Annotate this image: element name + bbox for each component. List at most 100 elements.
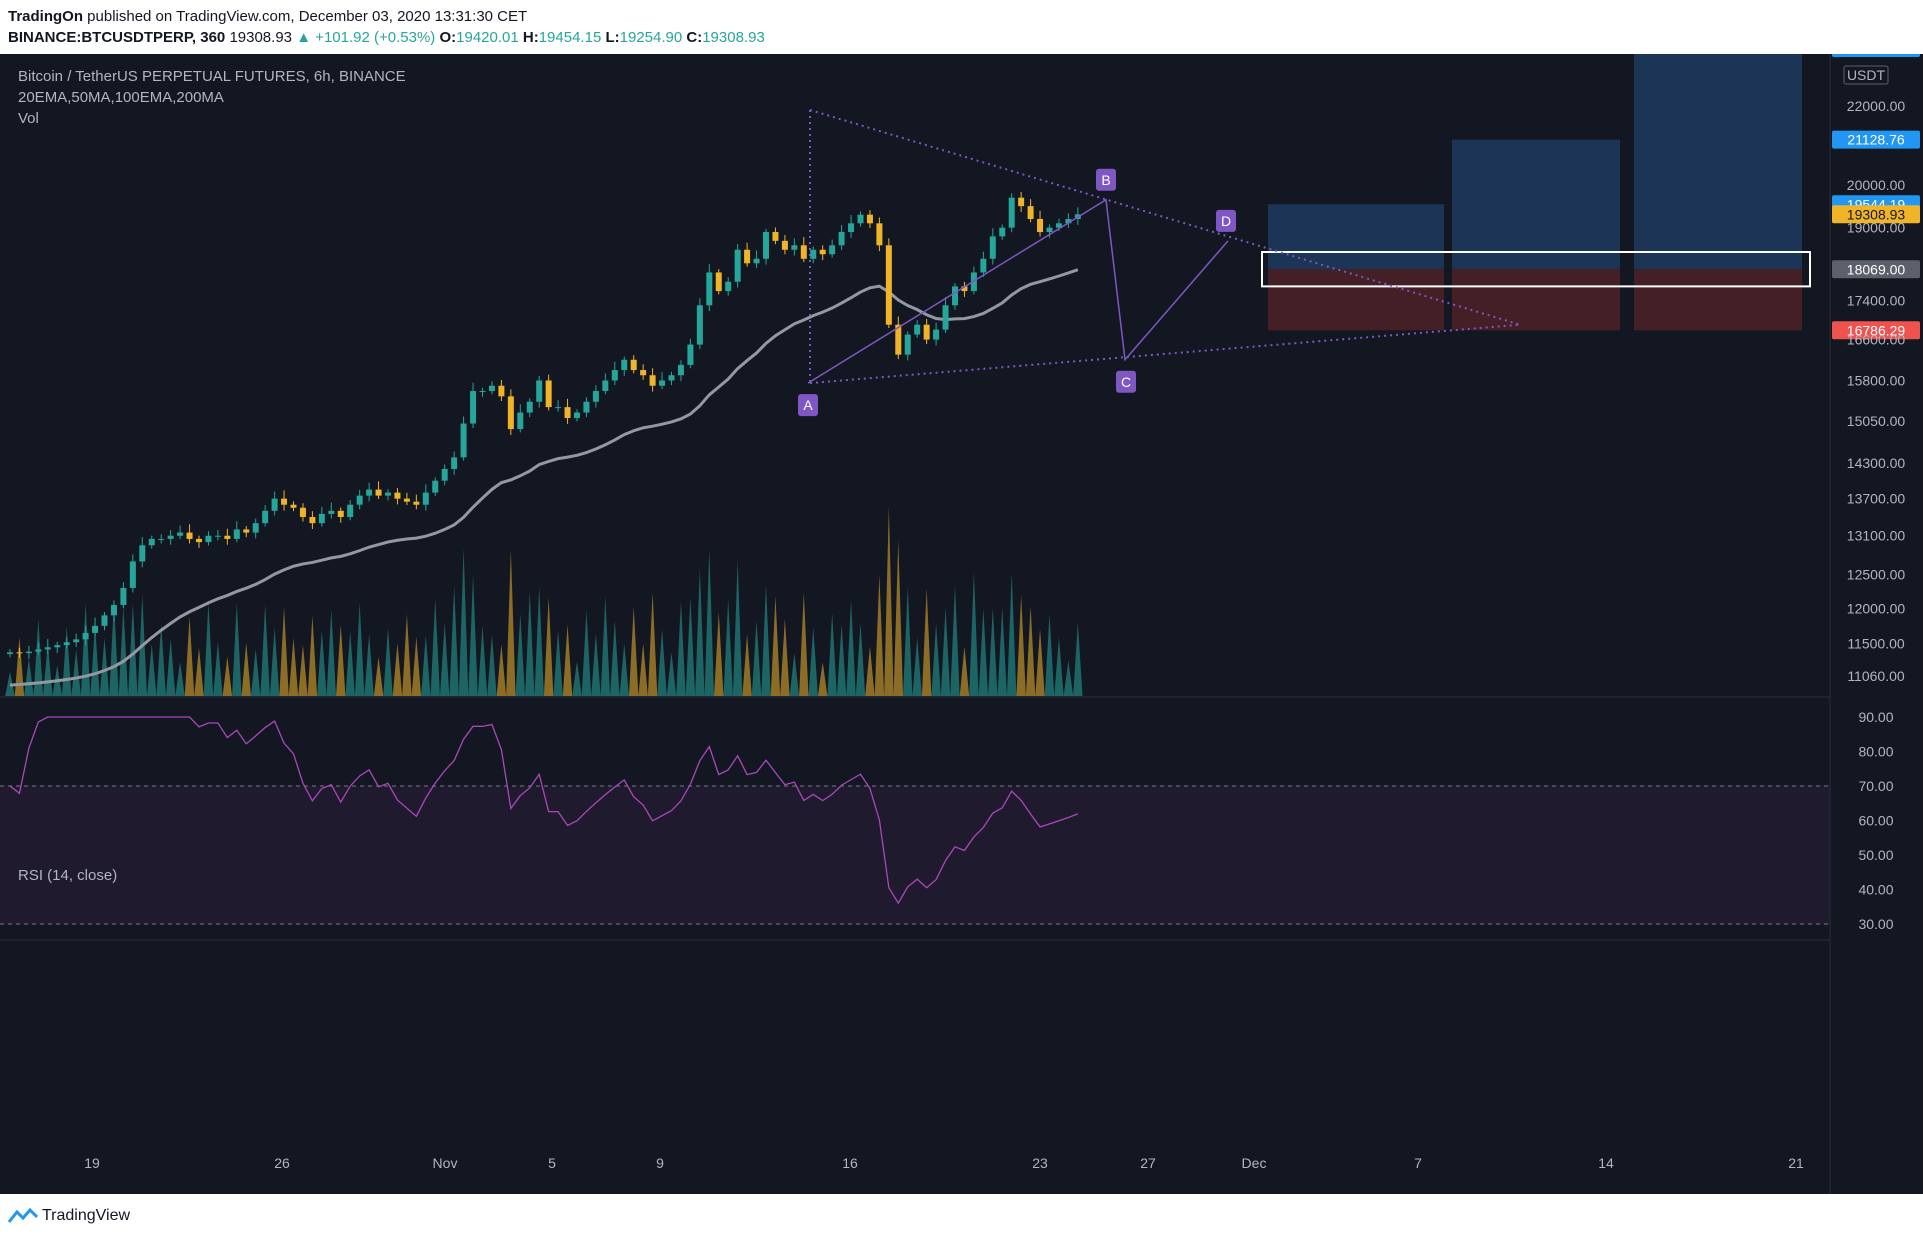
chart-svg[interactable]: A B C D 90.00 80.00 70.00 60.00 50.00 40.00 30.00…	[0, 39, 1923, 1194]
candle-body	[885, 245, 892, 325]
volume-bar	[288, 637, 299, 696]
volume-bar	[997, 607, 1007, 696]
candle-body	[35, 649, 42, 652]
volume-bar	[704, 548, 715, 696]
time-tick: 19	[84, 1155, 100, 1171]
candle	[989, 228, 996, 265]
candle-body	[734, 249, 741, 282]
candle-body	[233, 529, 240, 539]
candle	[630, 355, 637, 374]
candle-body	[394, 492, 401, 499]
price-tick: 13100.00	[1847, 528, 1906, 544]
tradingview-logo-icon[interactable]	[8, 1208, 38, 1226]
candle	[139, 537, 146, 568]
candle	[167, 529, 174, 545]
candle	[432, 477, 439, 496]
candle-body	[744, 249, 751, 264]
price-tick: 19000.00	[1847, 220, 1906, 236]
volume-bar	[345, 631, 355, 696]
price-change: ▲ +101.92 (+0.53%)	[296, 29, 436, 46]
candle-body	[630, 359, 637, 371]
candle	[545, 374, 552, 411]
time-tick: 9	[656, 1155, 664, 1171]
candle	[753, 250, 760, 268]
candle-body	[649, 375, 656, 386]
candle	[54, 641, 61, 654]
volume-bar	[770, 595, 781, 696]
candle-body	[838, 232, 845, 246]
candle-body	[366, 489, 373, 496]
candle-body	[706, 272, 713, 306]
volume-bar	[458, 548, 469, 696]
candle-body	[1018, 197, 1025, 207]
candle-body	[177, 532, 184, 536]
time-tick: Nov	[433, 1155, 458, 1171]
candle	[1037, 210, 1044, 237]
candle	[602, 373, 609, 395]
candle-body	[583, 401, 590, 413]
volume-bar	[165, 638, 176, 696]
open-value: 19420.01	[456, 29, 519, 46]
pattern-label-C: C	[1116, 370, 1136, 393]
chart-area[interactable]: A B C D 90.00 80.00 70.00 60.00 50.00 40.00 30.00…	[0, 39, 1923, 1194]
volume-bar	[827, 613, 837, 696]
candle-body	[857, 214, 864, 224]
candle-body	[63, 642, 70, 646]
rsi-legend: RSI (14, close)	[18, 867, 117, 884]
volume-bar	[912, 637, 922, 696]
candle	[479, 387, 486, 397]
price-tick: 12000.00	[1847, 600, 1906, 616]
tradingview-brand[interactable]: TradingView	[42, 1207, 130, 1225]
candle-body	[952, 286, 958, 306]
candle-body	[517, 412, 524, 430]
price-tick: 11060.00	[1847, 668, 1905, 684]
candle-body	[933, 329, 940, 340]
candle	[1008, 193, 1015, 233]
candle-body	[385, 492, 391, 496]
author-name[interactable]: TradingOn	[8, 8, 83, 25]
unit-label: USDT	[1847, 67, 1886, 83]
candle-body	[356, 495, 363, 505]
volume-bar	[506, 549, 516, 696]
time-tick: 5	[548, 1155, 556, 1171]
volume-bar	[373, 657, 384, 696]
volume-bar	[487, 634, 497, 696]
candle	[271, 491, 278, 516]
symbol-info: BINANCE:BTCUSDTPERP, 360 19308.93 ▲ +101…	[8, 29, 765, 46]
volume-bar	[364, 634, 374, 696]
volume-bar	[553, 630, 563, 696]
candle	[517, 404, 524, 433]
candle-body	[999, 227, 1006, 237]
candle-body	[866, 214, 873, 224]
candle	[110, 600, 117, 622]
high-label: H:	[522, 29, 539, 46]
candle-body	[281, 498, 288, 505]
pattern-label-text: B	[1101, 172, 1110, 188]
candle-body	[810, 249, 817, 259]
volume-bar	[80, 602, 91, 696]
price-tick: 16600.00	[1847, 332, 1906, 348]
volume-bar	[402, 613, 412, 696]
candle	[214, 529, 221, 541]
volume-bar	[893, 539, 904, 696]
candle	[583, 397, 590, 418]
volume-bar	[525, 592, 535, 696]
volume-bar	[317, 630, 327, 696]
candle	[952, 283, 958, 310]
candle	[800, 237, 807, 263]
volume-bar	[780, 618, 790, 696]
volume-bar	[1035, 628, 1045, 696]
candle-body	[848, 223, 855, 233]
candle	[923, 318, 930, 345]
candle	[101, 612, 108, 631]
volume-bar	[222, 656, 233, 696]
price-tick: 13700.00	[1847, 491, 1906, 507]
candle	[526, 398, 533, 418]
candle-body	[262, 510, 269, 524]
volume-bar	[751, 620, 762, 696]
candle-body	[7, 652, 13, 655]
pattern-label-D: D	[1216, 209, 1236, 232]
volume-bar	[562, 624, 573, 696]
candle	[63, 637, 70, 649]
volume-bar	[307, 615, 318, 696]
